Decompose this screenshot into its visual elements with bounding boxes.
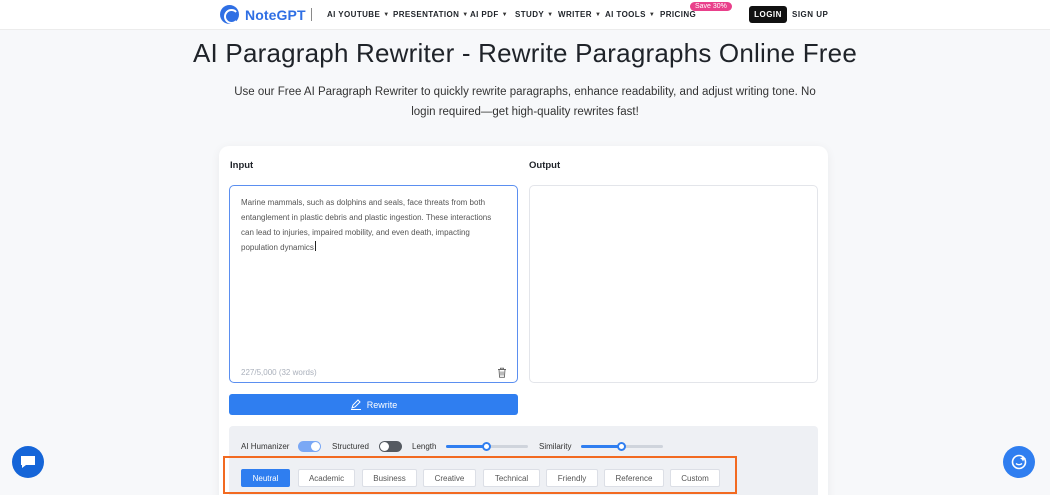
input-label: Input (230, 160, 254, 171)
length-slider-thumb[interactable] (482, 442, 491, 451)
brand-logo[interactable]: NoteGPT (220, 5, 306, 24)
text-cursor (314, 241, 316, 251)
chevron-down-icon: ▼ (547, 11, 554, 18)
nav-ai-pdf[interactable]: AI PDF ▼ (470, 10, 508, 19)
rewrite-pen-icon (350, 399, 361, 410)
rewrite-button[interactable]: Rewrite (229, 394, 518, 415)
structured-label: Structured (332, 442, 369, 451)
nav-writer-label: WRITER (558, 10, 592, 19)
output-textarea[interactable] (529, 185, 818, 383)
similarity-slider[interactable] (581, 442, 663, 451)
nav-pricing-label: PRICING (660, 10, 697, 19)
chevron-down-icon: ▼ (383, 11, 390, 18)
signup-link[interactable]: SIGN UP (792, 10, 828, 19)
nav-study-label: STUDY (515, 10, 545, 19)
chat-bubble-icon (21, 456, 35, 468)
length-slider[interactable] (446, 442, 528, 451)
input-text-value: Marine mammals, such as dolphins and sea… (241, 198, 492, 252)
nav-ai-youtube-label: AI YOUTUBE (327, 10, 381, 19)
output-label: Output (529, 160, 561, 171)
smile-chat-icon (1011, 454, 1027, 470)
nav-writer[interactable]: WRITER ▼ (558, 10, 601, 19)
humanizer-label: AI Humanizer (241, 442, 290, 451)
similarity-slider-fill (581, 445, 622, 448)
similarity-slider-thumb[interactable] (617, 442, 626, 451)
tone-academic[interactable]: Academic (298, 469, 355, 487)
toggle-knob (311, 442, 320, 451)
length-label: Length (412, 442, 437, 451)
chevron-down-icon: ▼ (462, 11, 469, 18)
input-textarea[interactable]: Marine mammals, such as dolphins and sea… (229, 185, 518, 383)
page-title: AI Paragraph Rewriter - Rewrite Paragrap… (193, 38, 857, 68)
chevron-down-icon: ▼ (648, 11, 656, 18)
tone-friendly[interactable]: Friendly (546, 469, 598, 487)
brand-name: NoteGPT (245, 6, 306, 23)
rewrite-button-label: Rewrite (366, 399, 398, 410)
nav-ai-tools[interactable]: AI TOOLS ▼ (605, 10, 655, 19)
structured-toggle[interactable] (379, 441, 402, 452)
humanizer-toggle[interactable] (298, 441, 321, 452)
nav-presentation-label: PRESENTATION (393, 10, 460, 19)
pricing-discount-badge: Save 30% (690, 2, 732, 11)
chat-button[interactable] (12, 446, 44, 478)
trash-icon[interactable] (497, 367, 507, 378)
similarity-label: Similarity (539, 442, 572, 451)
tone-business[interactable]: Business (362, 469, 417, 487)
input-text-content: Marine mammals, such as dolphins and sea… (241, 195, 503, 255)
nav-study[interactable]: STUDY ▼ (515, 10, 553, 19)
length-slider-fill (446, 445, 487, 448)
login-button[interactable]: LOGIN (749, 6, 787, 23)
top-navbar: NoteGPT AI YOUTUBE ▼ PRESENTATION ▼ AI PDF… (0, 0, 1050, 30)
nav-divider (311, 8, 312, 21)
character-count: 227/5,000 (32 words) (241, 368, 317, 377)
nav-presentation[interactable]: PRESENTATION ▼ (393, 10, 469, 19)
tone-custom[interactable]: Custom (670, 469, 720, 487)
rewriter-card: Input Output Marine mammals, such as dol… (219, 146, 828, 495)
notegpt-logo-icon (220, 5, 239, 24)
assistant-button[interactable] (1003, 446, 1035, 478)
tone-technical[interactable]: Technical (483, 469, 540, 487)
chevron-down-icon: ▼ (501, 11, 508, 18)
tone-reference[interactable]: Reference (604, 469, 664, 487)
nav-ai-tools-label: AI TOOLS (605, 10, 646, 19)
nav-ai-youtube[interactable]: AI YOUTUBE ▼ (327, 10, 390, 19)
nav-pricing[interactable]: PRICING (660, 10, 696, 19)
nav-ai-pdf-label: AI PDF (470, 10, 499, 19)
chevron-down-icon: ▼ (594, 11, 602, 18)
tone-creative[interactable]: Creative (423, 469, 476, 487)
toggle-knob (380, 442, 389, 451)
page-subtitle: Use our Free AI Paragraph Rewriter to qu… (234, 86, 816, 118)
tone-neutral[interactable]: Neutral (241, 469, 290, 487)
